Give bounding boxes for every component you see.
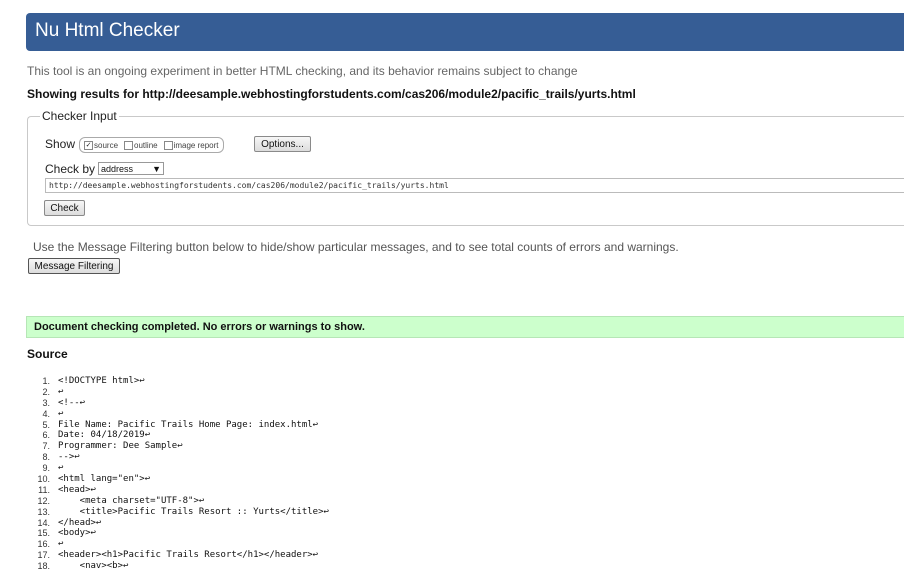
options-button[interactable]: Options...: [254, 136, 311, 152]
line-number: 18.: [37, 561, 50, 572]
line-number: 16.: [37, 539, 50, 550]
source-line: 12. <meta charset="UTF-8">↩: [20, 496, 329, 507]
url-input[interactable]: http://deesample.webhostingforstudents.c…: [45, 178, 904, 193]
line-code: <title>Pacific Trails Resort :: Yurts</t…: [58, 506, 329, 517]
results-heading: Showing results for http://deesample.web…: [27, 87, 636, 101]
source-line: 2. ↩: [20, 387, 329, 398]
line-number: 7.: [42, 441, 50, 452]
page-title: Nu Html Checker: [35, 20, 180, 41]
checker-input-fieldset: Checker Input Show ✓ source outline imag…: [27, 109, 904, 226]
source-line: 1. <!DOCTYPE html>↩: [20, 376, 329, 387]
source-line: 16. ↩: [20, 539, 329, 550]
line-code: -->↩: [58, 452, 80, 463]
source-line: 13. <title>Pacific Trails Resort :: Yurt…: [20, 506, 329, 518]
source-heading: Source: [27, 347, 68, 361]
line-code: ↩: [58, 463, 64, 474]
line-code: File Name: Pacific Trails Home Page: ind…: [58, 419, 319, 430]
line-number: 2.: [42, 386, 50, 397]
source-line: 15. <body>↩: [20, 528, 329, 539]
line-number: 3.: [42, 397, 50, 408]
filter-instructions: Use the Message Filtering button below t…: [33, 240, 679, 254]
line-number: 13.: [37, 506, 50, 517]
line-code: <body>↩: [58, 528, 96, 539]
line-number: 5.: [42, 419, 50, 430]
source-line: 10. <html lang="en">↩: [20, 474, 329, 485]
source-line: 14. </head>↩: [20, 518, 329, 529]
line-number: 9.: [42, 463, 50, 474]
line-code: Programmer: Dee Sample↩: [58, 441, 183, 452]
dropdown-arrow-icon: ▼: [152, 163, 161, 174]
header-banner: Nu Html Checker: [26, 13, 904, 51]
outline-checkbox[interactable]: outline: [124, 140, 158, 150]
line-code: <header><h1>Pacific Trails Resort</h1></…: [58, 550, 319, 561]
checkbox-unchecked-icon: [163, 140, 173, 150]
check-by-value: address: [101, 163, 134, 174]
line-code: <head>↩: [58, 484, 96, 495]
checkbox-checked-icon: ✓: [84, 140, 93, 150]
check-button[interactable]: Check: [44, 200, 85, 216]
line-code: <!DOCTYPE html>↩: [58, 376, 145, 386]
source-line: 7. Programmer: Dee Sample↩: [20, 441, 329, 452]
line-code: <nav><b>↩: [58, 561, 129, 572]
source-line: 11. <head>↩: [20, 485, 329, 496]
line-number: 12.: [37, 495, 50, 506]
line-code: <meta charset="UTF-8">↩: [58, 495, 205, 506]
line-number: 6.: [42, 430, 50, 441]
source-listing: 1. <!DOCTYPE html>↩ 2. ↩ 3. <!--↩ 4. ↩ 5. File Na…: [20, 376, 329, 572]
source-checkbox-label: source: [94, 140, 119, 150]
image-report-checkbox[interactable]: image report: [163, 140, 219, 150]
checkbox-unchecked-icon: [124, 140, 134, 150]
source-line: 3. <!--↩: [20, 398, 329, 409]
source-line: 17. <header><h1>Pacific Trails Resort</h1…: [20, 550, 329, 561]
source-checkbox[interactable]: ✓ source: [84, 140, 119, 150]
source-line: 9. ↩: [20, 463, 329, 474]
source-line: 4. ↩: [20, 409, 329, 420]
source-line: 18. <nav><b>↩: [20, 561, 329, 572]
image-report-checkbox-label: image report: [173, 140, 219, 150]
line-number: 10.: [37, 474, 50, 485]
line-code: ↩: [58, 408, 64, 419]
check-by-label: Check by: [45, 162, 96, 176]
source-line: 6. Date: 04/18/2019↩: [20, 430, 329, 441]
line-number: 17.: [37, 550, 50, 561]
line-code: ↩: [58, 386, 64, 397]
source-line: 5. File Name: Pacific Trails Home Page: i…: [20, 420, 329, 431]
outline-checkbox-label: outline: [134, 140, 158, 150]
checker-input-legend: Checker Input: [40, 109, 119, 123]
line-number: 8.: [42, 452, 50, 463]
show-options-group: ✓ source outline image report: [79, 137, 224, 153]
line-code: ↩: [58, 539, 64, 550]
intro-text: This tool is an ongoing experiment in be…: [27, 64, 578, 78]
line-number: 1.: [42, 376, 50, 386]
line-number: 4.: [42, 408, 50, 419]
line-number: 14.: [37, 517, 50, 528]
line-code: </head>↩: [58, 517, 102, 528]
message-filtering-button[interactable]: Message Filtering: [28, 258, 120, 274]
check-by-select[interactable]: address ▼: [98, 162, 164, 175]
source-line: 8. -->↩: [20, 452, 329, 463]
line-code: <html lang="en">↩: [58, 474, 151, 485]
show-label: Show: [45, 137, 76, 151]
success-message: Document checking completed. No errors o…: [26, 316, 904, 338]
line-code: <!--↩: [58, 397, 86, 408]
line-code: Date: 04/18/2019↩: [58, 430, 151, 441]
line-number: 11.: [38, 484, 50, 495]
line-number: 15.: [37, 528, 50, 539]
